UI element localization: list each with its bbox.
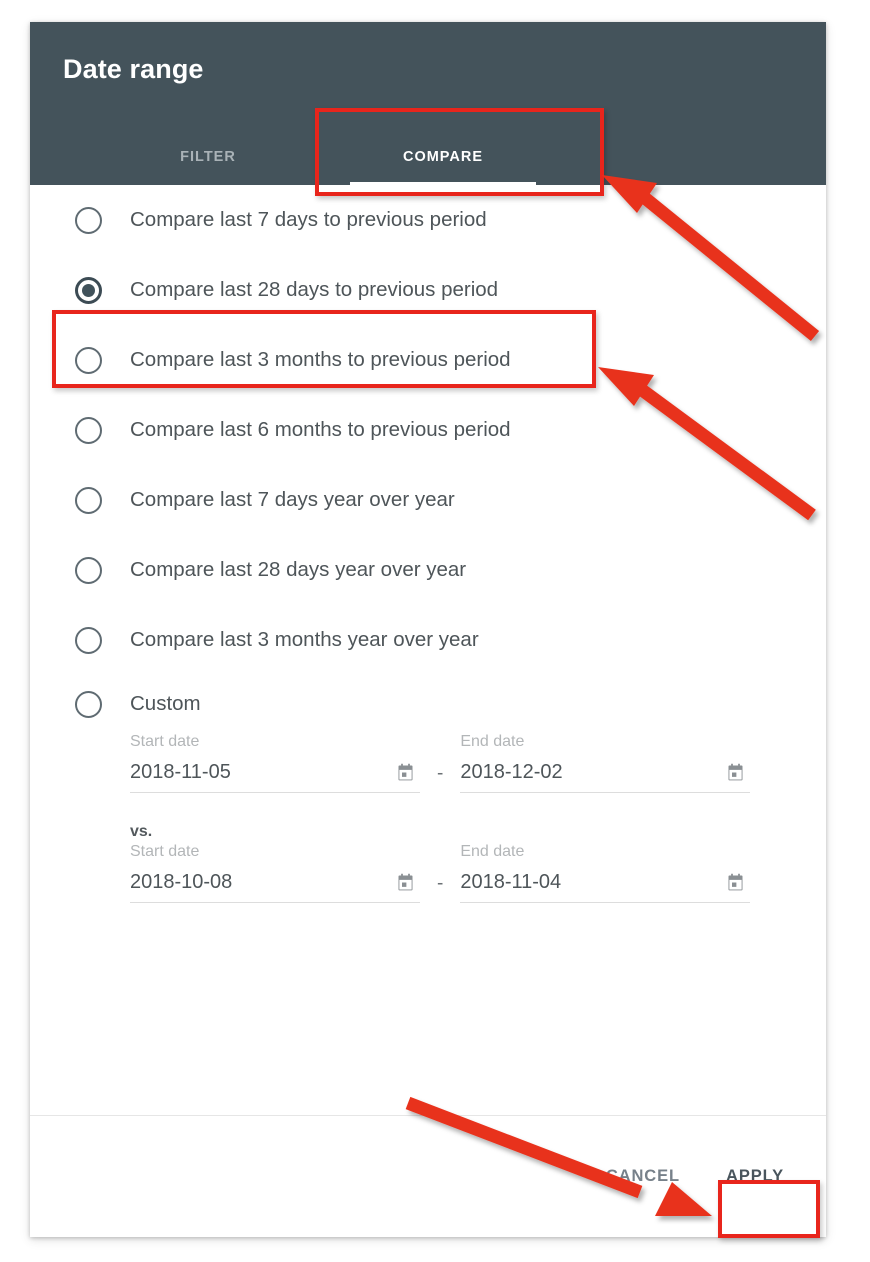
primary-end-date-field[interactable]: End date 2018-12-02: [460, 733, 751, 793]
custom-date-fields: Start date 2018-11-05 - End date 2018-12…: [30, 733, 826, 903]
tab-filter[interactable]: FILTER: [128, 137, 288, 185]
dialog-title: Date range: [63, 54, 204, 84]
primary-start-date-field[interactable]: Start date 2018-11-05: [130, 733, 420, 793]
primary-start-date-value: 2018-11-05: [130, 761, 231, 783]
comparison-end-date-value: 2018-11-04: [460, 871, 562, 893]
radio-compare-last-28-days-year-over-year[interactable]: [75, 556, 102, 584]
option-row-compare-last-7-days-year-over-year[interactable]: Compare last 7 days year over year: [30, 465, 826, 535]
comparison-start-date-value: 2018-10-08: [130, 871, 233, 893]
calendar-icon[interactable]: [395, 872, 416, 893]
comparison-range-separator: -: [437, 873, 444, 894]
apply-button[interactable]: APPLY: [710, 1155, 800, 1198]
option-label: Compare last 7 days to previous period: [130, 208, 487, 231]
compare-options-list: Compare last 7 days to previous period C…: [30, 185, 826, 903]
vs-label: vs.: [130, 823, 153, 840]
primary-range-row: Start date 2018-11-05 - End date 2018-12…: [130, 733, 786, 793]
primary-end-date-label: End date: [460, 733, 525, 750]
option-row-compare-last-7-days-previous-period[interactable]: Compare last 7 days to previous period: [30, 185, 826, 255]
option-label: Compare last 28 days to previous period: [130, 278, 499, 301]
calendar-icon[interactable]: [725, 872, 746, 893]
cancel-button[interactable]: CANCEL: [590, 1155, 696, 1198]
primary-start-date-label: Start date: [130, 733, 200, 750]
calendar-icon[interactable]: [395, 762, 416, 783]
dialog-header: Date range FILTER COMPARE: [30, 22, 826, 185]
radio-compare-last-3-months-previous-period[interactable]: [75, 346, 102, 374]
dialog-footer: CANCEL APPLY: [30, 1116, 826, 1237]
radio-custom[interactable]: [75, 690, 102, 718]
option-label: Compare last 3 months year over year: [130, 628, 479, 651]
comparison-end-date-label: End date: [460, 843, 525, 860]
option-label: Custom: [130, 692, 201, 715]
option-label: Compare last 7 days year over year: [130, 488, 455, 511]
option-row-compare-last-3-months-previous-period[interactable]: Compare last 3 months to previous period: [30, 325, 826, 395]
radio-compare-last-7-days-year-over-year[interactable]: [75, 486, 102, 514]
comparison-start-date-label: Start date: [130, 843, 200, 860]
tab-bar: FILTER COMPARE: [30, 137, 826, 185]
option-row-compare-last-3-months-year-over-year[interactable]: Compare last 3 months year over year: [30, 605, 826, 675]
option-row-compare-last-6-months-previous-period[interactable]: Compare last 6 months to previous period: [30, 395, 826, 465]
primary-end-date-value: 2018-12-02: [460, 761, 563, 783]
option-row-compare-last-28-days-year-over-year[interactable]: Compare last 28 days year over year: [30, 535, 826, 605]
option-label: Compare last 6 months to previous period: [130, 418, 511, 441]
tab-compare-label: COMPARE: [402, 149, 484, 165]
comparison-range-row: Start date 2018-10-08 - End date 2018-11…: [130, 843, 786, 903]
primary-range-block: Start date 2018-11-05 - End date 2018-12…: [130, 733, 786, 793]
date-range-dialog: Date range FILTER COMPARE Compare last 7…: [30, 22, 826, 1237]
radio-compare-last-7-days-previous-period[interactable]: [75, 206, 102, 234]
comparison-start-date-field[interactable]: Start date 2018-10-08: [130, 843, 420, 903]
option-row-compare-last-28-days-previous-period[interactable]: Compare last 28 days to previous period: [30, 255, 826, 325]
option-row-custom[interactable]: Custom: [30, 675, 826, 733]
primary-range-separator: -: [437, 763, 444, 784]
radio-compare-last-6-months-previous-period[interactable]: [75, 416, 102, 444]
calendar-icon[interactable]: [725, 762, 746, 783]
tab-compare[interactable]: COMPARE: [328, 137, 558, 185]
radio-compare-last-28-days-previous-period[interactable]: [75, 276, 102, 304]
tab-filter-label: FILTER: [180, 149, 236, 165]
radio-compare-last-3-months-year-over-year[interactable]: [75, 626, 102, 654]
option-label: Compare last 28 days year over year: [130, 558, 467, 581]
comparison-range-block: vs. Start date 2018-10-08 - End date 201…: [130, 793, 786, 903]
option-label: Compare last 3 months to previous period: [130, 348, 511, 371]
comparison-end-date-field[interactable]: End date 2018-11-04: [460, 843, 751, 903]
